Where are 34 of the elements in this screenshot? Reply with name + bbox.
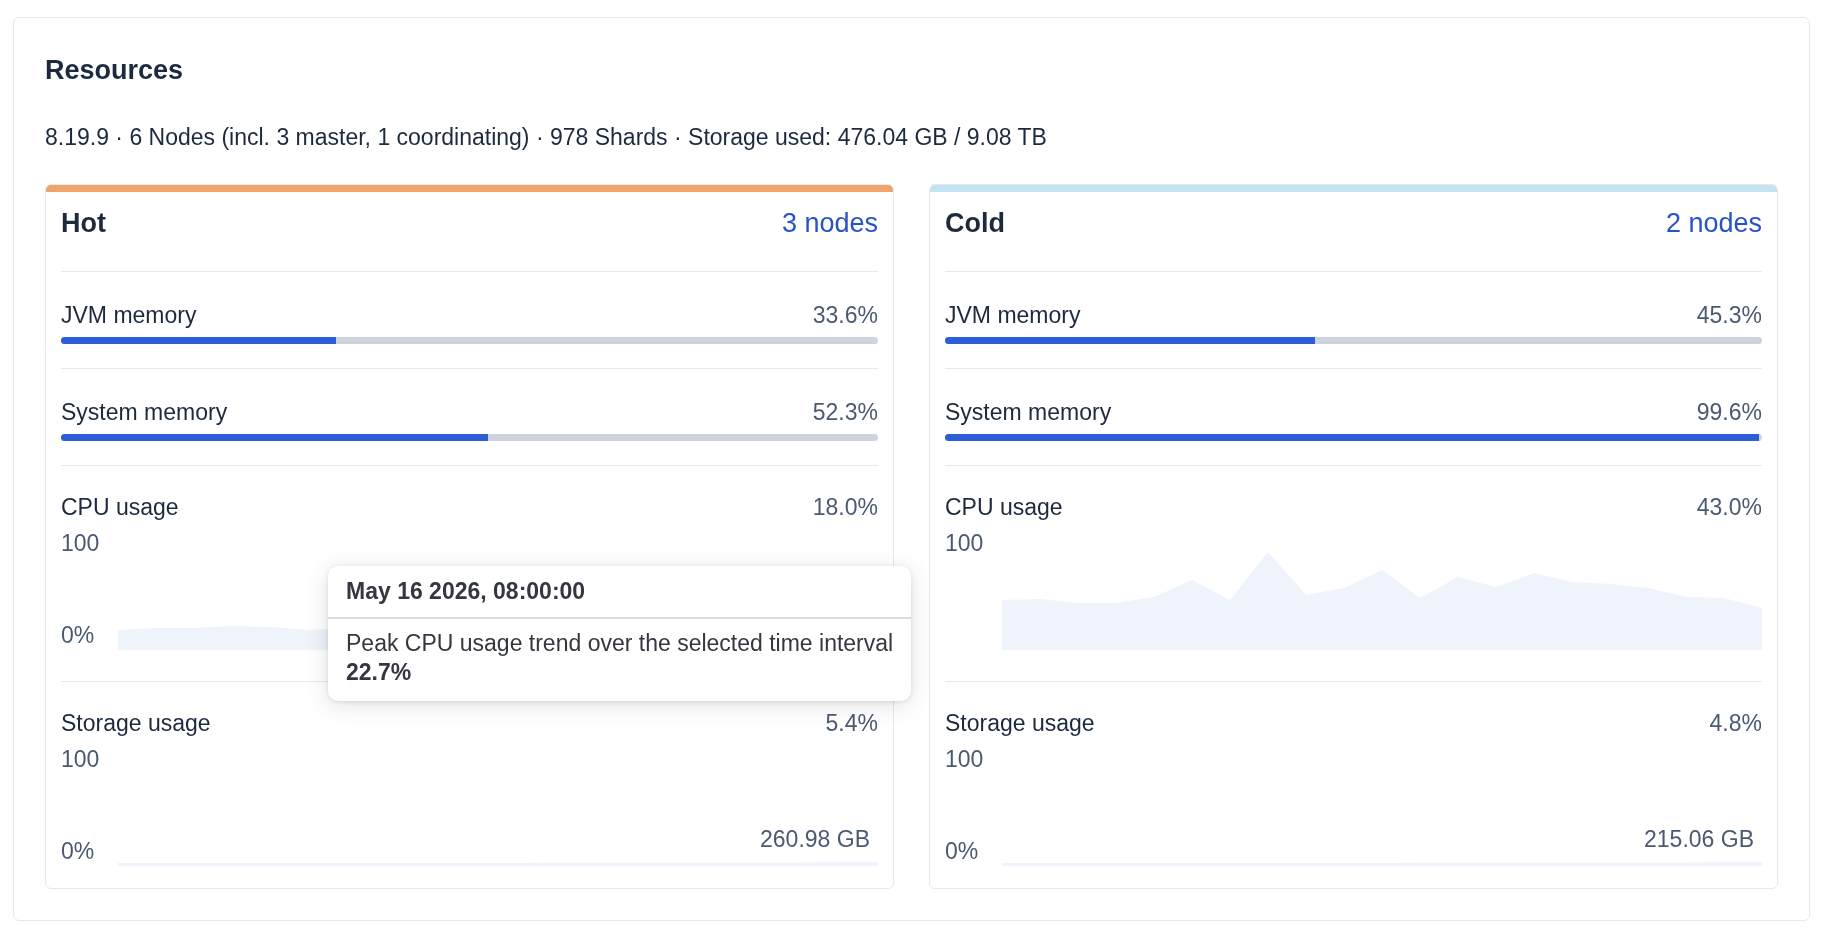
metric-label: System memory xyxy=(945,399,1112,427)
axis-label: 100 xyxy=(61,745,101,774)
metric-label: JVM memory xyxy=(945,302,1081,330)
metric-label: Storage usage xyxy=(945,710,1095,738)
tier-name: Hot xyxy=(61,207,106,240)
metric-label: Storage usage xyxy=(61,710,211,738)
metric-value: 18.0% xyxy=(812,494,878,522)
last-value-label: 215.06 GB xyxy=(1644,826,1754,854)
axis-label: 0% xyxy=(61,622,96,650)
metric-value: 45.3% xyxy=(1696,302,1762,330)
metric-value: 43.0% xyxy=(1696,494,1762,522)
cluster-summary: 8.19.9 · 6 Nodes (incl. 3 master, 1 coordinating) · 978 Shards · Storage used: 476.04 GB / 9.08 TB xyxy=(45,124,1048,152)
node-count-link[interactable]: 2 nodes xyxy=(1665,206,1762,242)
tooltip-value: 22.7% xyxy=(346,657,413,687)
last-value-label: 260.98 GB xyxy=(760,826,870,854)
axis-label: 100 xyxy=(61,529,101,558)
tooltip-time: May 16 2026, 08:00:00 xyxy=(328,566,912,619)
axis-label: 100 xyxy=(945,529,985,558)
metric-value: 33.6% xyxy=(812,302,878,330)
panel-title: Resources xyxy=(45,54,185,87)
metric-label: JVM memory xyxy=(61,302,197,330)
metric-label: CPU usage xyxy=(945,494,1063,522)
metric-label: System memory xyxy=(61,399,228,427)
axis-label: 0% xyxy=(945,838,980,866)
axis-label: 0% xyxy=(61,838,96,866)
tier-name: Cold xyxy=(945,207,1005,240)
axis-label: 100 xyxy=(945,745,985,774)
metric-value: 5.4% xyxy=(825,710,878,738)
metric-value: 52.3% xyxy=(812,399,878,427)
node-count-link[interactable]: 3 nodes xyxy=(781,206,878,242)
metric-label: CPU usage xyxy=(61,494,179,522)
metric-value: 4.8% xyxy=(1709,710,1762,738)
tooltip-description: Peak CPU usage trend over the selected time interval xyxy=(346,629,894,658)
metric-value: 99.6% xyxy=(1696,399,1762,427)
